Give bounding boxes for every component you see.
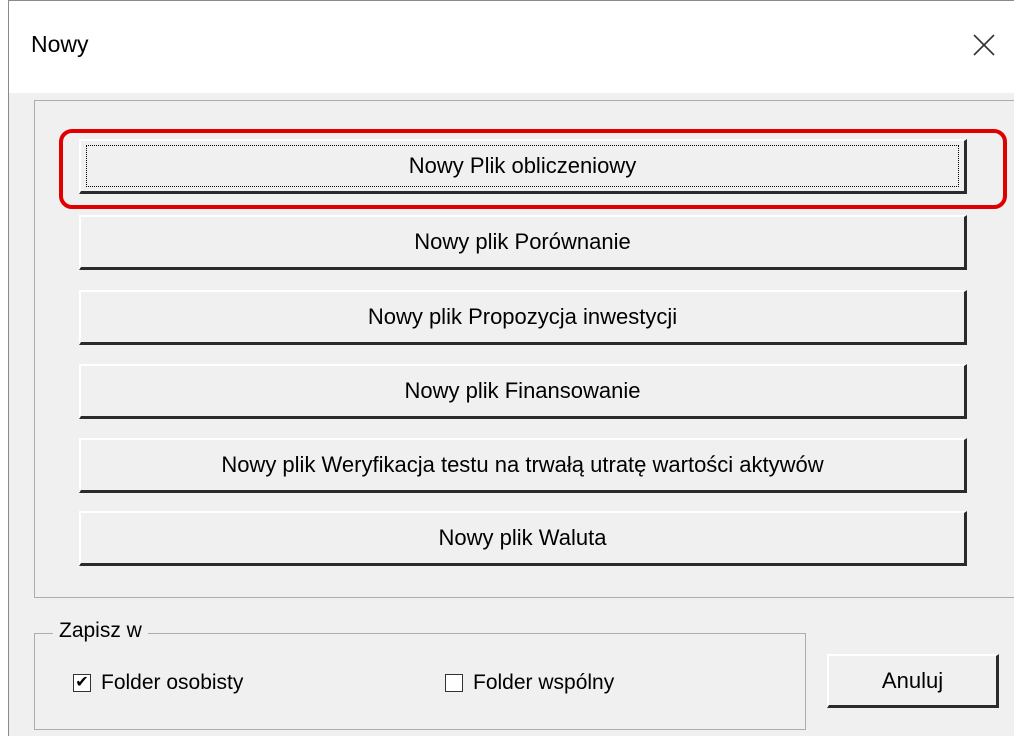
button-label: Nowy plik Weryfikacja testu na trwałą ut… xyxy=(221,452,824,477)
button-label: Nowy plik Propozycja inwestycji xyxy=(367,304,678,329)
cancel-button[interactable]: Anuluj xyxy=(827,654,999,708)
close-button[interactable] xyxy=(964,25,1004,65)
new-investment-proposal-file-button[interactable]: Nowy plik Propozycja inwestycji xyxy=(79,290,967,345)
title-bar: Nowy xyxy=(9,1,1014,93)
checkbox-label: Folder osobisty xyxy=(101,671,244,694)
checkbox-label: Folder wspólny xyxy=(473,671,615,694)
new-calculation-file-button[interactable]: Nowy Plik obliczeniowy xyxy=(79,139,967,194)
checkbox-checked-icon[interactable]: ✔ xyxy=(73,674,91,692)
shared-folder-checkbox[interactable]: Folder wspólny xyxy=(445,671,614,695)
close-icon xyxy=(973,34,995,56)
button-label: Anuluj xyxy=(881,667,944,693)
button-label: Nowy plik Porównanie xyxy=(414,229,631,254)
file-type-panel: Nowy Plik obliczeniowy Nowy plik Porówna… xyxy=(34,100,1014,598)
personal-folder-checkbox[interactable]: ✔ Folder osobisty xyxy=(73,671,243,695)
save-in-group: Zapisz w ✔ Folder osobisty Folder wspóln… xyxy=(34,619,806,730)
checkbox-unchecked-icon[interactable] xyxy=(445,674,463,692)
button-label: Nowy plik Finansowanie xyxy=(404,378,641,403)
new-financing-file-button[interactable]: Nowy plik Finansowanie xyxy=(79,364,967,419)
button-label: Nowy Plik obliczeniowy xyxy=(408,153,637,178)
new-currency-file-button[interactable]: Nowy plik Waluta xyxy=(79,511,967,566)
dialog-window: Nowy Nowy Plik obliczeniowy Nowy plik Po… xyxy=(8,0,1014,736)
dialog-title: Nowy xyxy=(31,31,89,57)
new-impairment-test-file-button[interactable]: Nowy plik Weryfikacja testu na trwałą ut… xyxy=(79,438,967,493)
button-label: Nowy plik Waluta xyxy=(438,525,607,550)
save-in-label: Zapisz w xyxy=(53,619,148,643)
new-comparison-file-button[interactable]: Nowy plik Porównanie xyxy=(79,215,967,270)
